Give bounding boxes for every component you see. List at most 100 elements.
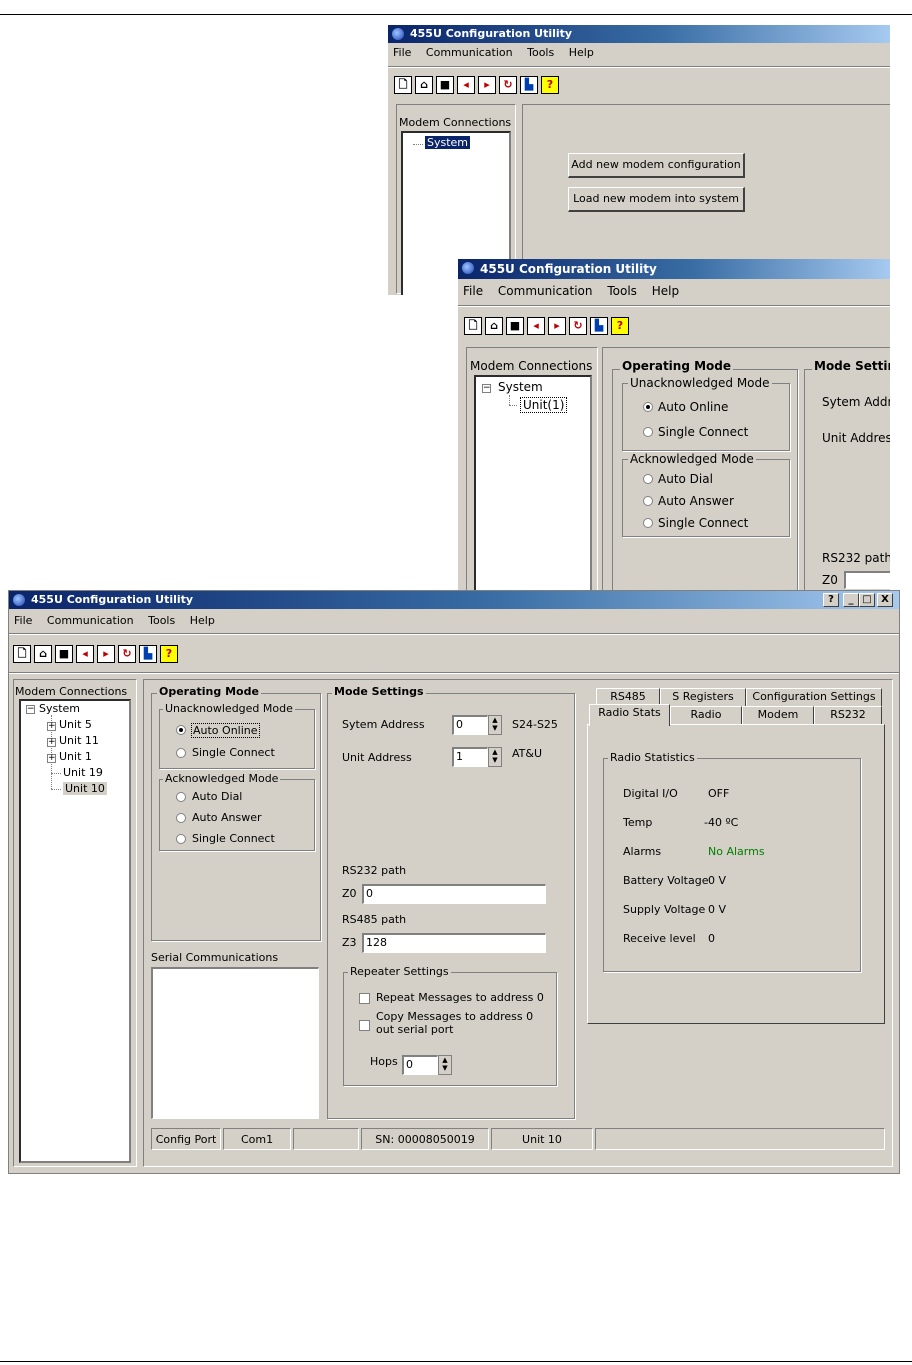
save-disk-icon[interactable]: ■	[506, 317, 524, 335]
menu-help[interactable]: Help	[652, 284, 679, 298]
add-modem-config-button[interactable]: Add new modem configuration	[568, 153, 745, 178]
menu-bar: File Communication Tools Help	[458, 282, 890, 300]
auto-dial-radio[interactable]	[643, 474, 653, 484]
z0-field[interactable]	[844, 571, 890, 589]
read-modem-icon[interactable]: ◂	[527, 317, 545, 335]
unack-mode-group	[622, 383, 790, 451]
tree-item-unit-19[interactable]: Unit 19	[63, 766, 103, 779]
repeater-settings-title: Repeater Settings	[348, 965, 451, 978]
save-disk-icon[interactable]: ■	[436, 76, 454, 94]
tree-item-unit-10[interactable]: Unit 10	[63, 782, 107, 795]
tree-connector	[509, 395, 510, 405]
tree-item-system[interactable]: System	[498, 380, 543, 394]
chart-icon[interactable]: ▙	[520, 76, 538, 94]
supply-voltage-label: Supply Voltage	[623, 903, 706, 916]
menu-tools[interactable]: Tools	[607, 284, 637, 298]
single-connect-label: Single Connect	[192, 746, 275, 759]
open-folder-icon[interactable]: ⌂	[34, 645, 52, 663]
close-button[interactable]: X	[877, 593, 893, 607]
menu-tools[interactable]: Tools	[148, 614, 175, 627]
single-connect-radio[interactable]	[176, 834, 186, 844]
tree-item-unit-11[interactable]: Unit 11	[59, 734, 99, 747]
serial-comm-textbox[interactable]	[151, 967, 319, 1119]
menu-help[interactable]: Help	[190, 614, 215, 627]
auto-answer-radio[interactable]	[176, 813, 186, 823]
auto-answer-radio[interactable]	[643, 496, 653, 506]
auto-online-radio[interactable]	[643, 402, 653, 412]
new-file-icon[interactable]: 🗋	[394, 76, 412, 94]
open-folder-icon[interactable]: ⌂	[415, 76, 433, 94]
tree-item-unit-1[interactable]: Unit 1	[59, 750, 92, 763]
new-file-icon[interactable]: 🗋	[13, 645, 31, 663]
read-modem-icon[interactable]: ◂	[457, 76, 475, 94]
system-address-spinner-icon[interactable]: ▲ ▼	[488, 715, 502, 735]
tree-connector	[51, 773, 61, 774]
write-modem-icon[interactable]: ▸	[478, 76, 496, 94]
system-address-field[interactable]: 0	[452, 715, 488, 735]
collapse-icon[interactable]: −	[482, 384, 491, 393]
help-icon[interactable]: ?	[541, 76, 559, 94]
chart-icon[interactable]: ▙	[139, 645, 157, 663]
hops-spinner-icon[interactable]: ▲ ▼	[438, 1055, 452, 1075]
write-modem-icon[interactable]: ▸	[548, 317, 566, 335]
tree-item-unit-1[interactable]: Unit(1)	[520, 397, 568, 413]
repeat-messages-checkbox[interactable]	[359, 993, 370, 1004]
auto-online-radio[interactable]	[176, 725, 186, 735]
single-connect-radio[interactable]	[176, 748, 186, 758]
modem-tree[interactable]: − System + Unit 5 + Unit 11 + Unit 1 Uni…	[19, 699, 131, 1163]
maximize-button[interactable]: □	[859, 593, 875, 607]
minimize-button[interactable]: _	[843, 593, 859, 607]
copy-messages-checkbox[interactable]	[359, 1020, 370, 1031]
context-help-button[interactable]: ?	[823, 593, 839, 607]
z3-field[interactable]: 128	[362, 933, 546, 953]
repeat-messages-label: Repeat Messages to address 0	[376, 991, 544, 1004]
expand-icon[interactable]: +	[47, 738, 56, 747]
hops-field[interactable]: 0	[402, 1055, 438, 1075]
unit-address-spinner-icon[interactable]: ▲ ▼	[488, 747, 502, 767]
menu-communication[interactable]: Communication	[426, 46, 513, 59]
read-modem-icon[interactable]: ◂	[76, 645, 94, 663]
menu-file[interactable]: File	[14, 614, 32, 627]
load-modem-button[interactable]: Load new modem into system	[568, 187, 745, 212]
single-connect-radio[interactable]	[643, 518, 653, 528]
expand-icon[interactable]: +	[47, 722, 56, 731]
menu-communication[interactable]: Communication	[498, 284, 593, 298]
auto-dial-radio[interactable]	[176, 792, 186, 802]
unack-mode-title: Unacknowledged Mode	[163, 702, 295, 715]
tab-radio-stats[interactable]: Radio Stats	[589, 704, 670, 726]
toolbar: 🗋 ⌂ ■ ◂ ▸ ↻ ▙ ?	[464, 317, 629, 339]
write-modem-icon[interactable]: ▸	[97, 645, 115, 663]
reset-icon[interactable]: ↻	[499, 76, 517, 94]
single-connect-radio[interactable]	[643, 427, 653, 437]
tab-s-registers[interactable]: S Registers	[660, 688, 746, 706]
tab-rs232[interactable]: RS232	[814, 706, 882, 724]
reset-icon[interactable]: ↻	[569, 317, 587, 335]
modem-tree[interactable]: − System Unit(1)	[474, 375, 592, 599]
menu-help[interactable]: Help	[569, 46, 594, 59]
menu-tools[interactable]: Tools	[527, 46, 554, 59]
help-icon[interactable]: ?	[611, 317, 629, 335]
status-unit: Unit 10	[491, 1128, 593, 1150]
new-file-icon[interactable]: 🗋	[464, 317, 482, 335]
collapse-icon[interactable]: −	[26, 705, 35, 714]
menu-communication[interactable]: Communication	[47, 614, 134, 627]
tree-item-system[interactable]: System	[39, 702, 80, 715]
help-icon[interactable]: ?	[160, 645, 178, 663]
page-top-rule	[0, 14, 912, 15]
tree-item-system[interactable]: System	[425, 136, 471, 149]
tab-radio[interactable]: Radio	[670, 706, 742, 724]
menu-file[interactable]: File	[463, 284, 483, 298]
expand-icon[interactable]: +	[47, 754, 56, 763]
supply-voltage-value: 0 V	[708, 903, 727, 916]
tab-modem[interactable]: Modem	[742, 706, 814, 724]
tab-configuration-settings[interactable]: Configuration Settings	[746, 688, 882, 706]
tree-item-unit-5[interactable]: Unit 5	[59, 718, 92, 731]
menu-file[interactable]: File	[393, 46, 411, 59]
open-folder-icon[interactable]: ⌂	[485, 317, 503, 335]
reset-icon[interactable]: ↻	[118, 645, 136, 663]
unit-address-field[interactable]: 1	[452, 747, 488, 767]
chart-icon[interactable]: ▙	[590, 317, 608, 335]
menu-separator	[388, 66, 890, 68]
save-disk-icon[interactable]: ■	[55, 645, 73, 663]
z0-field[interactable]: 0	[362, 884, 546, 904]
